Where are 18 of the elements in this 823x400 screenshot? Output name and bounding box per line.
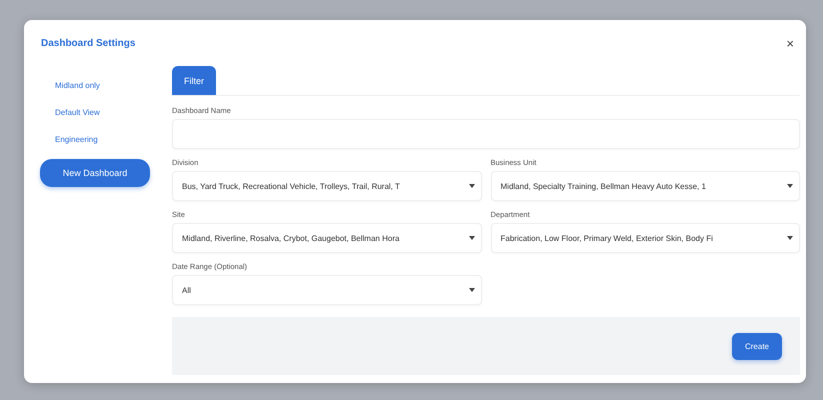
new-dashboard-button[interactable]: New Dashboard xyxy=(40,159,150,187)
select-field[interactable]: Bus, Yard Truck, Recreational Vehicle, Trolleys, Trail, Rural, T xyxy=(172,171,482,201)
tab[interactable]: Filter xyxy=(172,66,216,95)
sidebar-item[interactable]: Midland only xyxy=(40,72,100,99)
caret-icon xyxy=(468,236,474,240)
close-button[interactable]: × xyxy=(786,36,794,50)
caret-icon xyxy=(468,184,474,188)
caret-icon xyxy=(787,236,793,240)
dialog-title: Dashboard Settings xyxy=(41,38,136,48)
create-button[interactable]: Create xyxy=(732,332,782,360)
select-field[interactable]: All xyxy=(172,275,482,305)
sidebar-item[interactable]: Engineering xyxy=(40,126,98,153)
sidebar-item[interactable]: Default View xyxy=(40,99,100,126)
caret-icon xyxy=(468,288,474,292)
select-field[interactable]: Fabrication, Low Floor, Primary Weld, Exterior Skin, Body Fi xyxy=(490,223,800,253)
caret-icon xyxy=(787,184,793,188)
select-field[interactable]: Midland, Riverline, Rosalva, Crybot, Gaugebot, Bellman Hora xyxy=(172,223,482,253)
select-field[interactable]: Midland, Specialty Training, Bellman Heavy Auto Kesse, 1 xyxy=(490,171,800,201)
